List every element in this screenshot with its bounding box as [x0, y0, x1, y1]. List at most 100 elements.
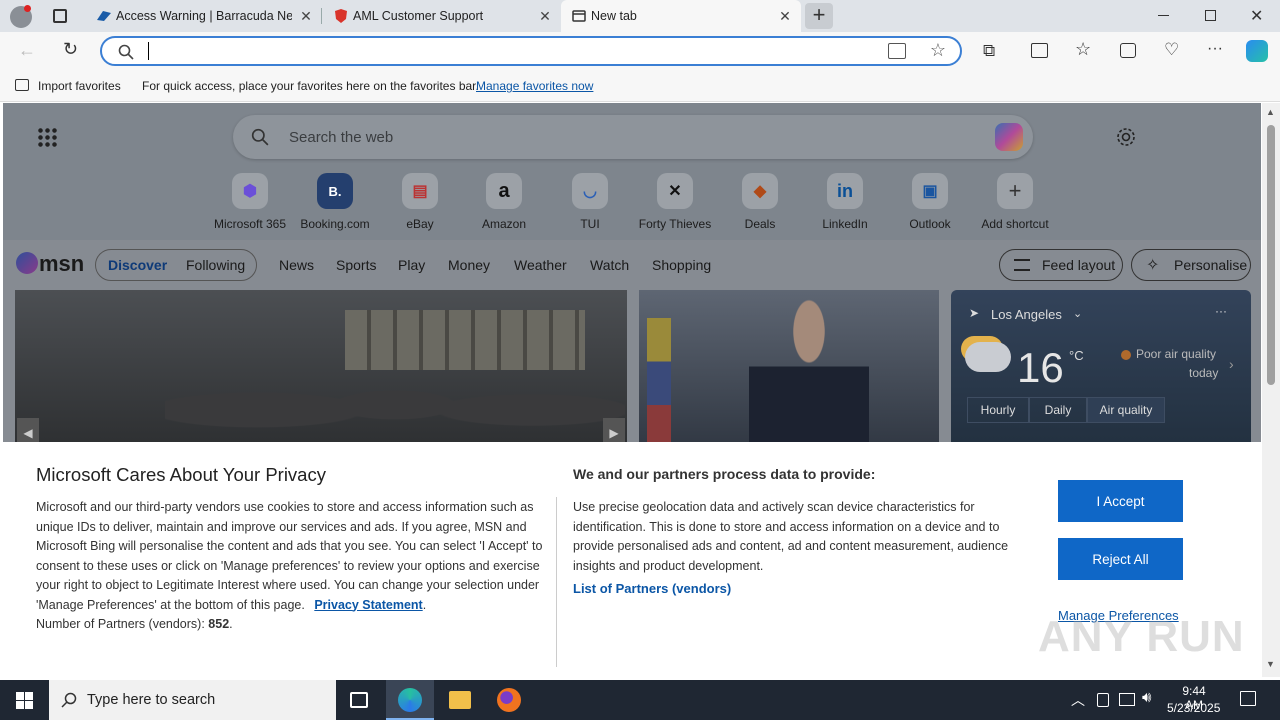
shortcut-forty-thieves[interactable]: ✕ Forty Thieves [635, 173, 715, 231]
nav-shopping[interactable]: Shopping [652, 257, 711, 273]
minimize-icon[interactable] [1158, 15, 1169, 16]
refresh-icon[interactable]: ↻ [63, 39, 78, 60]
nav-money[interactable]: Money [448, 257, 490, 273]
privacy-statement-link[interactable]: Privacy Statement [314, 598, 422, 612]
shortcut-label: TUI [580, 217, 600, 231]
chevron-down-icon[interactable]: ⌄ [1073, 307, 1082, 320]
manage-favorites-link[interactable]: Manage favorites now [476, 79, 593, 93]
shortcut-add[interactable]: + Add shortcut [975, 173, 1055, 231]
shortcut-tui[interactable]: ◡ TUI [550, 173, 630, 231]
import-favorites-icon[interactable] [15, 79, 29, 91]
new-tab-button[interactable]: + [805, 3, 833, 29]
favorites-icon[interactable]: ☆ [1075, 39, 1091, 60]
firefox-icon[interactable] [497, 688, 521, 712]
copilot-icon[interactable] [995, 123, 1023, 151]
profile-icon[interactable] [10, 5, 32, 28]
tray-usb-icon[interactable] [1097, 693, 1109, 707]
nav-news[interactable]: News [279, 257, 314, 273]
more-options-icon[interactable]: ··· [1215, 304, 1227, 318]
weather-city[interactable]: Los Angeles [991, 307, 1062, 322]
divider [556, 497, 557, 667]
notifications-icon[interactable] [1240, 691, 1256, 706]
browser-essentials-icon[interactable]: ♡ [1164, 40, 1179, 60]
immersive-reader-icon[interactable] [888, 43, 906, 59]
toolbar: ← ↻ ☆ ⧉ ☆ ♡ ··· [0, 32, 1280, 70]
shortcut-outlook[interactable]: ▣ Outlook [890, 173, 970, 231]
address-bar[interactable]: ☆ [100, 36, 962, 66]
tab-new-tab[interactable]: New tab ✕ [561, 0, 801, 32]
settings-gear-icon[interactable] [1116, 127, 1136, 147]
msn-nav-bar: msn Discover Following News Sports Play … [3, 240, 1261, 290]
shortcut-microsoft-365[interactable]: ⬢ Microsoft 365 [210, 173, 290, 231]
page-scrollbar[interactable]: ▲ ▼ [1262, 103, 1280, 677]
nav-watch[interactable]: Watch [590, 257, 629, 273]
import-favorites-button[interactable]: Import favorites [38, 79, 121, 93]
partners-count: 852 [208, 617, 230, 631]
extensions-icon[interactable]: ⧉ [983, 41, 995, 61]
close-tab-icon[interactable]: ✕ [777, 8, 793, 24]
personalise-label: Personalise [1174, 257, 1248, 273]
nav-weather[interactable]: Weather [514, 257, 567, 273]
weather-tab-air-quality[interactable]: Air quality [1087, 397, 1165, 423]
windows-start-icon[interactable] [16, 692, 33, 709]
nav-sports[interactable]: Sports [336, 257, 376, 273]
shortcut-deals[interactable]: ◆ Deals [720, 173, 800, 231]
more-menu-icon[interactable]: ··· [1207, 40, 1223, 58]
privacy-body-text: Microsoft and our third-party vendors us… [36, 500, 543, 612]
copilot-icon[interactable] [1246, 40, 1268, 62]
apps-launcher-icon[interactable] [37, 127, 57, 147]
nav-following[interactable]: Following [186, 257, 245, 273]
tab-actions-icon[interactable] [53, 9, 67, 23]
scroll-thumb[interactable] [1267, 125, 1275, 385]
back-icon[interactable]: ← [18, 40, 36, 61]
split-screen-icon[interactable] [1031, 43, 1048, 58]
close-tab-icon[interactable]: ✕ [537, 8, 553, 24]
close-tab-icon[interactable]: ✕ [298, 8, 314, 24]
restore-icon[interactable] [1205, 10, 1216, 21]
scroll-down-icon[interactable]: ▼ [1266, 659, 1275, 669]
period: . [229, 617, 233, 631]
taskbar-search[interactable]: Type here to search [49, 680, 336, 720]
partners-label: Number of Partners (vendors): [36, 617, 205, 631]
shortcut-label: LinkedIn [822, 217, 868, 231]
news-card-image-press[interactable] [639, 290, 939, 450]
reject-all-button[interactable]: Reject All [1058, 538, 1183, 580]
tray-volume-icon[interactable]: 🔊︎ [1142, 689, 1151, 706]
list-of-partners-link[interactable]: List of Partners (vendors) [573, 581, 731, 596]
scroll-up-icon[interactable]: ▲ [1266, 107, 1275, 117]
file-explorer-icon[interactable] [449, 691, 471, 709]
news-card-image-workshop[interactable]: ◀ ▶ [15, 290, 627, 450]
edge-taskbar-icon[interactable] [386, 680, 434, 720]
favorite-star-icon[interactable]: ☆ [930, 40, 946, 61]
tab-barracuda[interactable]: Access Warning | Barracuda Netw ✕ [86, 0, 322, 32]
weather-card[interactable]: ➤ Los Angeles ⌄ ··· 16 °C Poor air quali… [951, 290, 1251, 450]
address-input[interactable] [148, 42, 149, 60]
nav-discover[interactable]: Discover [108, 257, 167, 273]
clock-date[interactable]: 5/23/2025 [1167, 701, 1220, 715]
weather-tab-daily[interactable]: Daily [1029, 397, 1087, 423]
speaker-figure [749, 298, 869, 450]
close-window-icon[interactable]: ✕ [1250, 6, 1263, 26]
tab-aml[interactable]: AML Customer Support ✕ [323, 0, 561, 32]
ntp-header: Search the web ⬢ Microsoft 365 B. Booking.… [3, 103, 1261, 240]
tray-chevron-up-icon[interactable]: ︿ [1071, 690, 1085, 710]
tray-network-icon[interactable] [1119, 693, 1135, 706]
privacy-title: Microsoft Cares About Your Privacy [36, 464, 326, 485]
shortcut-linkedin[interactable]: in LinkedIn [805, 173, 885, 231]
collections-icon[interactable] [1120, 43, 1136, 58]
accept-button[interactable]: I Accept [1058, 480, 1183, 522]
msn-logo[interactable]: msn [39, 251, 84, 277]
personalise-button[interactable]: ✧ Personalise [1131, 249, 1251, 281]
weather-tab-hourly[interactable]: Hourly [967, 397, 1029, 423]
web-search-box[interactable]: Search the web [233, 115, 1033, 159]
data-process-title: We and our partners process data to prov… [573, 466, 876, 482]
shortcut-amazon[interactable]: a Amazon [464, 173, 544, 231]
shortcut-booking[interactable]: B. Booking.com [295, 173, 375, 231]
shortcut-ebay[interactable]: ▤ eBay [380, 173, 460, 231]
chevron-right-icon[interactable]: › [1229, 356, 1234, 372]
nav-play[interactable]: Play [398, 257, 425, 273]
task-view-icon[interactable] [350, 692, 368, 708]
feed-layout-button[interactable]: Feed layout [999, 249, 1123, 281]
location-arrow-icon: ➤ [969, 306, 980, 320]
shortcut-label: Microsoft 365 [213, 217, 287, 231]
